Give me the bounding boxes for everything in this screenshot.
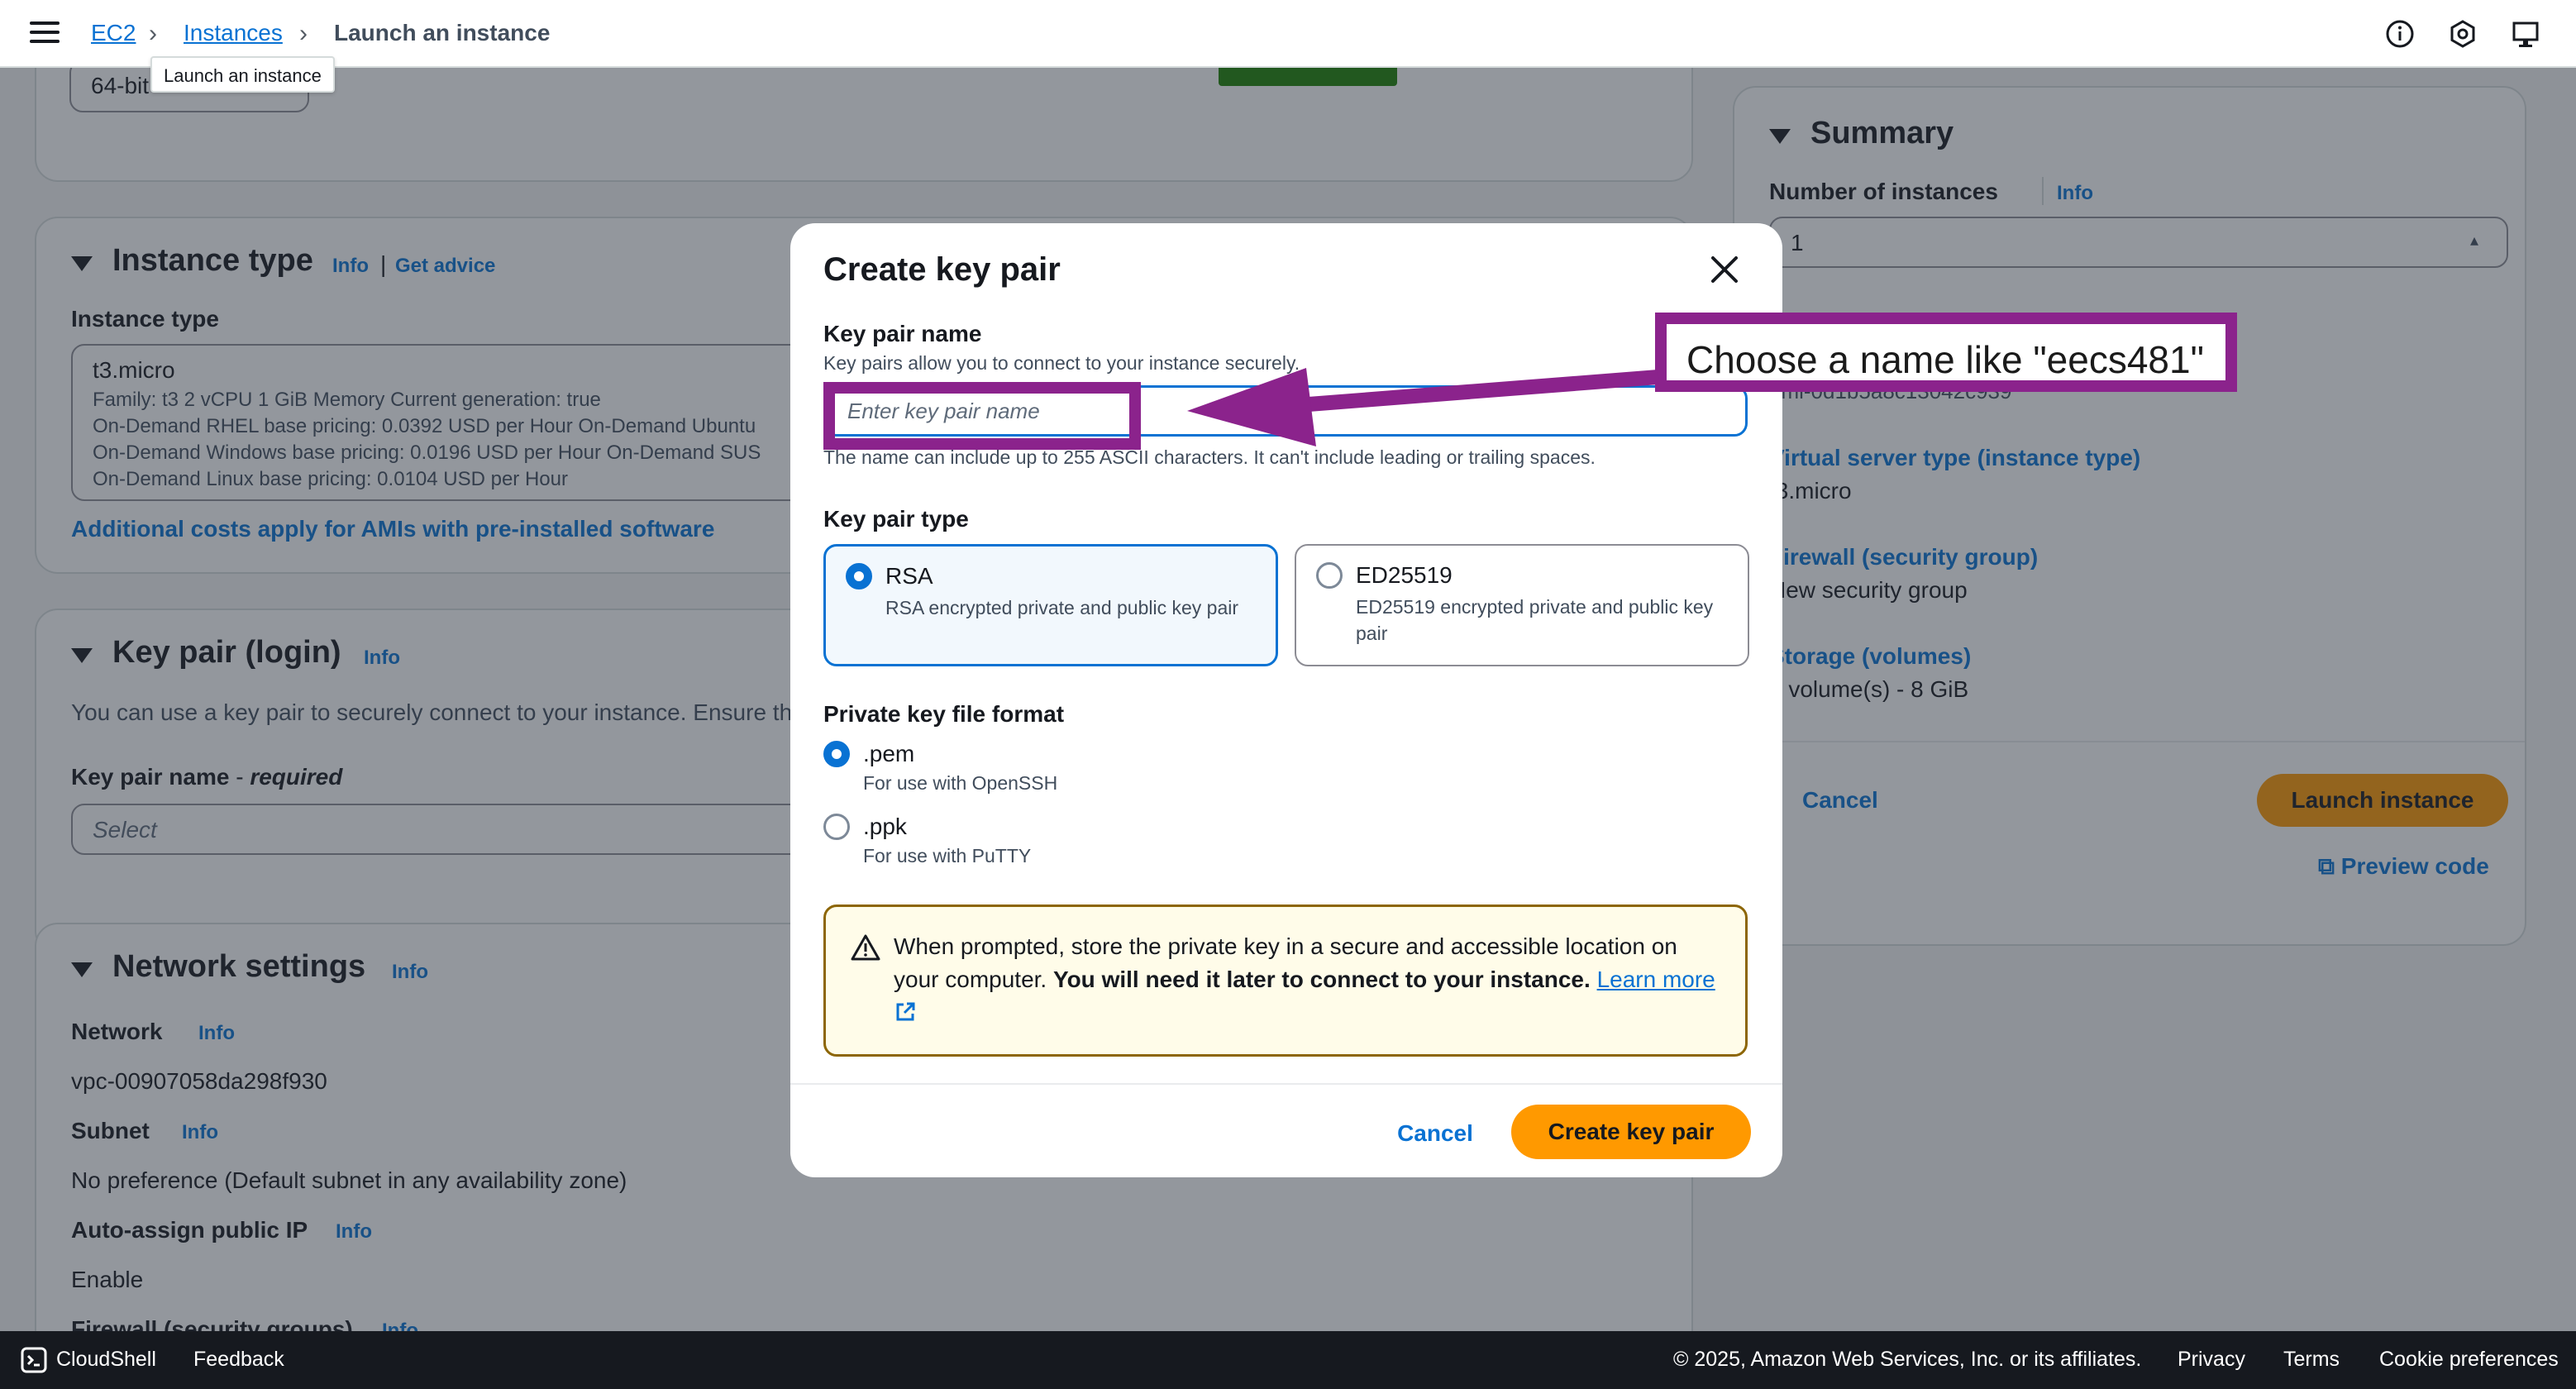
copyright-text: © 2025, Amazon Web Services, Inc. or its…	[1673, 1348, 2142, 1371]
ppk-description: For use with PuTTY	[863, 845, 1032, 866]
annotation-highlight-box	[823, 382, 1141, 450]
info-circle-icon[interactable]	[2384, 18, 2416, 50]
breadcrumb-current: Launch an instance	[334, 20, 551, 45]
chevron-right-icon: ›	[299, 20, 308, 47]
privacy-link[interactable]: Privacy	[2178, 1348, 2245, 1372]
tooltip: Launch an instance	[150, 56, 335, 93]
top-navigation: EC2 › Instances › Launch an instance	[0, 0, 2576, 68]
learn-more-link[interactable]: Learn more	[1597, 967, 1715, 992]
private-key-format-label: Private key file format	[823, 701, 1065, 727]
dialog-title: Create key pair	[823, 251, 1061, 288]
pem-radio[interactable]	[823, 741, 850, 767]
annotation-text: Choose a name like "eecs481"	[1686, 338, 2204, 381]
pem-description: For use with OpenSSH	[863, 772, 1058, 794]
display-preferences-icon[interactable]	[2510, 18, 2541, 50]
cloudshell-button[interactable]: CloudShell	[56, 1348, 156, 1372]
cookie-preferences-link[interactable]: Cookie preferences	[2379, 1348, 2559, 1372]
ed25519-option-tile[interactable]: ED25519 ED25519 encrypted private and pu…	[1295, 544, 1749, 666]
cloudshell-icon[interactable]	[20, 1346, 48, 1374]
ed25519-radio[interactable]	[1316, 562, 1343, 589]
breadcrumb-ec2[interactable]: EC2	[91, 20, 136, 46]
rsa-description: RSA encrypted private and public key pai…	[885, 597, 1239, 618]
menu-icon[interactable]	[30, 21, 60, 46]
rsa-radio[interactable]	[846, 563, 872, 589]
ed25519-description: ED25519 encrypted private and public key…	[1356, 596, 1714, 644]
rsa-title: RSA	[885, 563, 933, 589]
ppk-title: .ppk	[863, 814, 907, 839]
chevron-right-icon: ›	[149, 20, 157, 47]
key-pair-type-label: Key pair type	[823, 506, 969, 532]
annotation-label: Choose a name like "eecs481"	[1655, 313, 2237, 392]
dialog-footer-divider	[790, 1083, 1782, 1085]
warning-alert: When prompted, store the private key in …	[823, 905, 1748, 1057]
annotation-arrow-icon	[1187, 368, 1659, 446]
key-pair-name-label: Key pair name	[823, 321, 982, 346]
console-footer: CloudShell Feedback © 2025, Amazon Web S…	[0, 1331, 2576, 1389]
ppk-radio[interactable]	[823, 814, 850, 840]
pem-title: .pem	[863, 741, 915, 766]
cancel-button[interactable]: Cancel	[1386, 1108, 1485, 1159]
warning-text: When prompted, store the private key in …	[894, 930, 1720, 1029]
feedback-button[interactable]: Feedback	[193, 1348, 284, 1372]
breadcrumb-instances[interactable]: Instances	[184, 20, 283, 46]
terms-link[interactable]: Terms	[2283, 1348, 2340, 1372]
external-link-icon[interactable]	[894, 1000, 917, 1024]
rsa-option-tile[interactable]: RSA RSA encrypted private and public key…	[823, 544, 1278, 666]
close-icon[interactable]	[1708, 253, 1741, 286]
settings-hexagon-icon[interactable]	[2447, 18, 2478, 50]
warning-icon	[851, 934, 880, 961]
create-key-pair-button[interactable]: Create key pair	[1511, 1105, 1751, 1159]
ed25519-title: ED25519	[1356, 562, 1453, 588]
